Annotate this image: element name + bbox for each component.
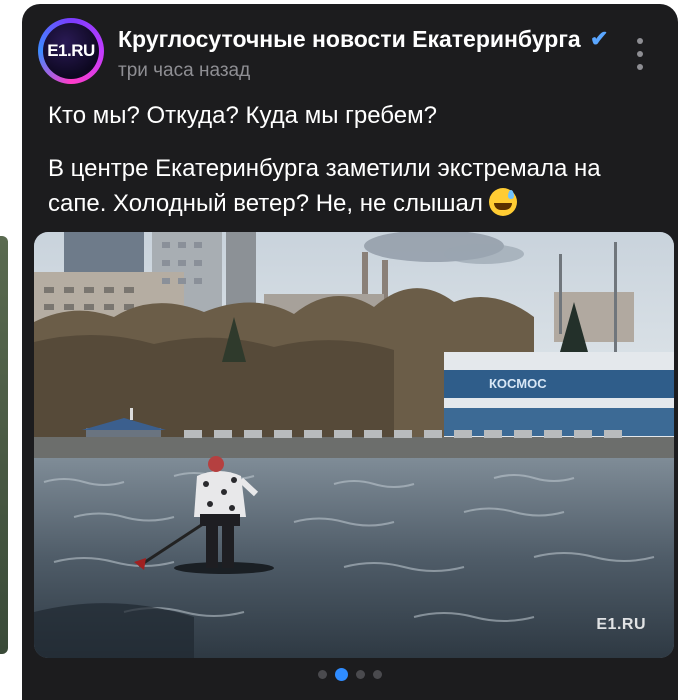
carousel-dot-active[interactable] <box>335 668 348 681</box>
post-paragraph-text: В центре Екатеринбурга заметили экстрема… <box>48 155 601 217</box>
post-card: E1.RU Круглосуточные новости Екатеринбур… <box>22 4 678 700</box>
post-paragraph: Кто мы? Откуда? Куда мы гребем? <box>48 102 437 129</box>
channel-name[interactable]: Круглосуточные новости Екатеринбурга <box>118 26 588 53</box>
photo-watermark: E1.RU <box>596 616 646 633</box>
previous-post-peek <box>0 236 8 654</box>
carousel-indicator[interactable] <box>22 668 678 681</box>
photo-illustration: КОСМОС <box>34 232 674 658</box>
sweat-smile-emoji-icon <box>488 188 517 216</box>
carousel-dot[interactable] <box>318 670 327 679</box>
verified-check-icon: ✔ <box>590 26 609 51</box>
more-options-icon[interactable] <box>634 38 646 70</box>
post-timestamp: три часа назад <box>118 60 251 81</box>
post-photo[interactable]: КОСМОС E1.RU <box>34 232 674 658</box>
channel-avatar[interactable]: E1.RU <box>38 18 104 84</box>
e1-logo-icon: E1.RU <box>43 23 99 79</box>
carousel-dot[interactable] <box>356 670 365 679</box>
building-sign: КОСМОС <box>489 376 547 391</box>
post-body: Кто мы? Откуда? Куда мы гребем? В центре… <box>48 98 658 239</box>
carousel-dot[interactable] <box>373 670 382 679</box>
post-paragraph: В центре Екатеринбурга заметили экстрема… <box>48 151 658 221</box>
